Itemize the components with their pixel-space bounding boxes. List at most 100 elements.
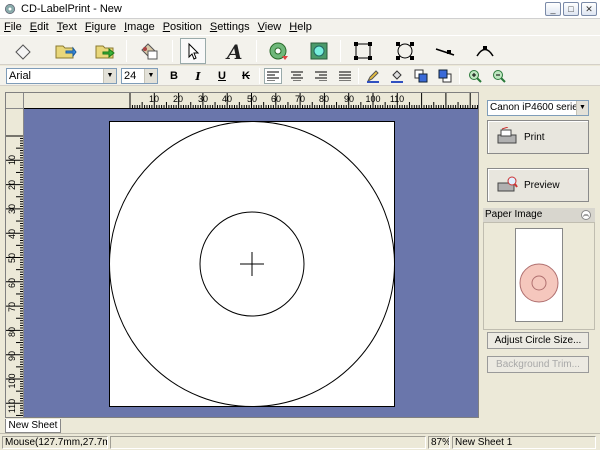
save-button[interactable]: [92, 38, 118, 64]
align-center-icon: [291, 71, 303, 81]
design-canvas[interactable]: 10 20 30 40 50 60 70 80 90 100 110 10 20…: [5, 92, 479, 418]
new-layout-button[interactable]: [10, 38, 36, 64]
v-ruler-label: 60: [7, 278, 17, 288]
v-ruler-label: 90: [7, 351, 17, 361]
italic-button[interactable]: I: [189, 68, 207, 84]
auto-layout-icon: [141, 43, 158, 60]
rectangle-tool-button[interactable]: [350, 38, 376, 64]
paper-thumbnail: [515, 228, 563, 322]
label-page[interactable]: [24, 109, 478, 417]
collapse-icon[interactable]: ︽: [581, 210, 591, 220]
align-center-button[interactable]: [288, 68, 306, 84]
text-tool-button[interactable]: A: [222, 38, 248, 64]
zoom-out-button[interactable]: [490, 68, 508, 84]
menu-position[interactable]: Position: [159, 21, 206, 33]
underline-button[interactable]: U: [213, 68, 231, 84]
maximize-button[interactable]: □: [563, 2, 579, 16]
zoom-in-button[interactable]: [466, 68, 484, 84]
main-toolbar: A: [0, 35, 600, 65]
background-trim-button[interactable]: Background Trim...: [487, 356, 589, 373]
preview-label: Preview: [524, 179, 560, 191]
menu-help[interactable]: Help: [285, 21, 316, 33]
disc-frame-icon: [310, 42, 328, 60]
bring-front-button[interactable]: [412, 68, 430, 84]
chevron-down-icon: ▼: [103, 69, 116, 83]
align-left-icon: [267, 71, 279, 81]
h-ruler-label: 90: [344, 94, 354, 104]
select-tool-button[interactable]: [180, 38, 206, 64]
menu-bar: File Edit Text Figure Image Position Set…: [0, 19, 600, 35]
send-back-button[interactable]: [436, 68, 454, 84]
print-button[interactable]: Print: [487, 120, 589, 154]
font-size-select[interactable]: 24 ▼: [121, 68, 158, 84]
h-ruler-label: 30: [198, 94, 208, 104]
justify-icon: [339, 71, 351, 81]
arc-tool-button[interactable]: [472, 38, 498, 64]
print-label: Print: [524, 131, 545, 143]
open-button[interactable]: [52, 38, 78, 64]
arrow-pointer-icon: [188, 42, 200, 60]
menu-figure[interactable]: Figure: [81, 21, 120, 33]
justify-button[interactable]: [336, 68, 354, 84]
pen-icon: [366, 70, 379, 83]
preview-button[interactable]: Preview: [487, 168, 589, 202]
h-ruler-label: 60: [271, 94, 281, 104]
title-bar: CD-LabelPrint - New _ □ ✕: [0, 0, 600, 19]
chevron-down-icon: ▼: [144, 69, 157, 83]
send-back-icon: [438, 69, 452, 83]
bold-button[interactable]: B: [165, 68, 183, 84]
align-left-button[interactable]: [264, 68, 282, 84]
chevron-down-icon: ▼: [576, 101, 588, 115]
arc-text-button[interactable]: [266, 38, 292, 64]
minimize-button[interactable]: _: [545, 2, 561, 16]
ruler-corner: [6, 93, 24, 109]
line-color-button[interactable]: [364, 68, 382, 84]
new-layout-icon: [15, 44, 31, 60]
format-toolbar: Arial ▼ 24 ▼ B I U K: [0, 66, 600, 86]
vertical-ruler: 10 20 30 40 50 60 70 80 90 100 110: [6, 109, 24, 417]
rectangle-icon: [354, 42, 372, 60]
ellipse-icon: [396, 42, 414, 60]
status-bar: Mouse(127.7mm,27.7mm) 87% New Sheet 1: [0, 433, 600, 450]
menu-image[interactable]: Image: [120, 21, 159, 33]
v-ruler-label: 40: [7, 229, 17, 239]
align-right-button[interactable]: [312, 68, 330, 84]
strikethrough-button[interactable]: K: [237, 68, 255, 84]
h-ruler-label: 20: [173, 94, 183, 104]
menu-edit[interactable]: Edit: [26, 21, 53, 33]
v-ruler-label: 100: [7, 373, 17, 388]
current-sheet: New Sheet 1: [452, 436, 596, 449]
svg-text:A: A: [225, 40, 243, 62]
v-ruler-label: 50: [7, 253, 17, 263]
arc-icon: [476, 46, 494, 57]
align-right-icon: [315, 71, 327, 81]
v-ruler-label: 20: [7, 180, 17, 190]
app-disc-icon: [3, 2, 17, 16]
h-ruler-label: 40: [222, 94, 232, 104]
sheet-tab[interactable]: New Sheet 1: [5, 419, 61, 444]
line-tool-button[interactable]: [432, 38, 458, 64]
menu-view[interactable]: View: [254, 21, 286, 33]
menu-text[interactable]: Text: [53, 21, 81, 33]
v-ruler-label: 30: [7, 204, 17, 214]
zoom-level: 87%: [428, 436, 450, 449]
print-preview-icon: [497, 176, 518, 192]
close-button[interactable]: ✕: [581, 2, 597, 16]
circle-frame-button[interactable]: [306, 38, 332, 64]
v-ruler-label: 70: [7, 302, 17, 312]
printer-select[interactable]: Canon iP4600 series ▼: [487, 100, 589, 116]
h-ruler-label: 50: [247, 94, 257, 104]
menu-file[interactable]: File: [0, 21, 26, 33]
font-name-select[interactable]: Arial ▼: [6, 68, 117, 84]
fill-color-button[interactable]: [388, 68, 406, 84]
paint-bucket-icon: [391, 70, 403, 83]
mouse-position: Mouse(127.7mm,27.7mm): [2, 436, 108, 449]
ellipse-tool-button[interactable]: [392, 38, 418, 64]
menu-settings[interactable]: Settings: [206, 21, 254, 33]
auto-layout-button[interactable]: [136, 38, 162, 64]
text-a-icon: A: [225, 40, 243, 62]
paper-image-title: Paper Image: [485, 209, 543, 220]
adjust-circle-size-button[interactable]: Adjust Circle Size...: [487, 332, 589, 349]
v-ruler-label: 80: [7, 327, 17, 337]
horizontal-ruler: 10 20 30 40 50 60 70 80 90 100 110: [24, 93, 478, 109]
